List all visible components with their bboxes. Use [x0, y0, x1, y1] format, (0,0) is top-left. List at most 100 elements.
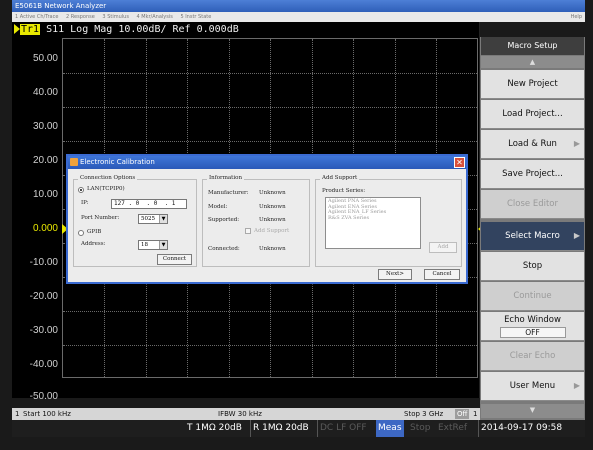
trace-header[interactable]: Tr1 S11 Log Mag 10.00dB/ Ref 0.000dB	[14, 23, 239, 37]
submenu-chevron-icon: ▶	[573, 231, 580, 240]
echo-window-key[interactable]: Echo Window OFF	[481, 312, 584, 341]
manufacturer-value: Unknown	[259, 190, 286, 196]
channel-number: 1	[15, 410, 20, 418]
continue-label: Continue	[513, 291, 552, 301]
y-axis-label: -10.00	[29, 257, 58, 268]
add-series-button[interactable]: Add	[429, 242, 457, 253]
date-time: 2014-09-17 09:58	[481, 423, 563, 433]
connection-options-title: Connection Options	[78, 175, 138, 181]
address-label: Address:	[81, 241, 106, 247]
product-series-item[interactable]: R&S ZVA Series	[328, 215, 418, 222]
load-project-label: Load Project...	[502, 109, 563, 119]
softkey-scroll-up-icon[interactable]: ▲	[481, 56, 584, 68]
gpib-address-value: 18	[141, 242, 148, 248]
add-support-group: Add Support Product Series: Agilent PNA …	[315, 175, 462, 267]
start-frequency[interactable]: Start 100 kHz	[23, 408, 71, 420]
product-series-list[interactable]: Agilent PNA Series Agilent ENA Series Ag…	[325, 197, 421, 249]
close-editor-label: Close Editor	[506, 199, 558, 209]
power-off-badge: Off	[455, 409, 470, 419]
softkey-menu-title: Macro Setup	[481, 37, 584, 55]
load-project-key[interactable]: Load Project...	[481, 100, 584, 129]
save-project-key[interactable]: Save Project...	[481, 160, 584, 189]
gpib-radio[interactable]	[78, 230, 84, 236]
window-title: E5061B Network Analyzer	[15, 2, 107, 10]
trace-name: Tr1	[20, 24, 41, 35]
submenu-chevron-icon: ▶	[573, 381, 580, 390]
close-editor-key[interactable]: Close Editor	[481, 190, 584, 219]
softkey-scroll-down-icon[interactable]: ▼	[481, 404, 584, 418]
ip-address-input[interactable]: 127 . 0 . 0 . 1	[111, 199, 187, 209]
menu-help[interactable]: Help	[571, 12, 582, 22]
supported-value: Unknown	[259, 217, 286, 223]
y-axis-label: 30.00	[32, 121, 58, 132]
load-run-key[interactable]: Load & Run ▶	[481, 130, 584, 159]
information-group: Information Manufacturer: Unknown Model:…	[202, 175, 310, 267]
t-input-status: T 1MΩ 20dB	[187, 423, 242, 433]
port-number-label: Port Number:	[81, 215, 120, 221]
y-axis-label: 40.00	[32, 87, 58, 98]
ecal-dialog: Electronic Calibration ✕ Connection Opti…	[66, 154, 468, 284]
connection-options-group: Connection Options LAN(TCPIP0) IP: 127 .…	[73, 175, 197, 267]
divider	[250, 420, 251, 437]
next-button[interactable]: Next>	[378, 269, 412, 280]
connect-button[interactable]: Connect	[157, 254, 192, 265]
lan-label: LAN(TCPIP0)	[87, 186, 125, 192]
menu-active-ch-trace[interactable]: 1 Active Ch/Trace	[15, 14, 58, 20]
dialog-title: Electronic Calibration	[80, 158, 155, 166]
model-label: Model:	[208, 204, 228, 210]
submenu-chevron-icon: ▶	[573, 139, 580, 148]
select-macro-key[interactable]: Select Macro ▶	[481, 222, 584, 251]
new-project-label: New Project	[507, 79, 558, 89]
y-axis-label: 10.00	[32, 189, 58, 200]
add-support-checkbox[interactable]	[245, 228, 251, 234]
sweep-stop-status: Stop	[410, 423, 431, 433]
menu-response[interactable]: 2 Response	[66, 14, 95, 20]
echo-window-label: Echo Window	[504, 315, 561, 325]
gpib-label: GPIB	[87, 229, 102, 235]
port-number-value: 5025	[141, 216, 155, 222]
trace-settings: S11 Log Mag 10.00dB/ Ref 0.000dB	[40, 24, 239, 35]
channel-status-bar: 1 Start 100 kHz IFBW 30 kHz Stop 3 GHz O…	[12, 408, 480, 420]
network-analyzer-app: E5061B Network Analyzer 1 Active Ch/Trac…	[0, 0, 593, 450]
y-axis-label: 20.00	[32, 155, 58, 166]
instrument-status-bar: T 1MΩ 20dB R 1MΩ 20dB DC LF OFF Meas Sto…	[12, 420, 585, 437]
clear-echo-key[interactable]: Clear Echo	[481, 342, 584, 371]
menu-mkr-analysis[interactable]: 4 Mkr/Analysis	[137, 14, 173, 20]
dc-lf-status: DC LF OFF	[320, 423, 367, 433]
manufacturer-label: Manufacturer:	[208, 190, 249, 196]
if-bandwidth[interactable]: IFBW 30 kHz	[218, 408, 262, 420]
gpib-address-select[interactable]: 18 ▼	[138, 240, 168, 250]
new-project-key[interactable]: New Project	[481, 70, 584, 99]
window-title-bar: E5061B Network Analyzer	[12, 0, 585, 12]
continue-key[interactable]: Continue	[481, 282, 584, 311]
lan-radio[interactable]	[78, 187, 84, 193]
model-value: Unknown	[259, 204, 286, 210]
y-axis-label: -50.00	[29, 391, 58, 402]
y-axis-label: 50.00	[32, 53, 58, 64]
meas-status: Meas	[376, 420, 404, 437]
y-axis-label: -30.00	[29, 325, 58, 336]
ext-ref-status: ExtRef	[438, 423, 468, 433]
y-axis-reference-label: 0.000	[32, 223, 58, 234]
add-support-title: Add Support	[320, 175, 360, 181]
divider	[478, 420, 479, 437]
ecal-app-icon	[70, 158, 78, 166]
user-menu-label: User Menu	[509, 381, 556, 391]
status-right-number: 1	[473, 410, 478, 418]
clear-echo-label: Clear Echo	[509, 351, 556, 361]
load-run-label: Load & Run	[508, 139, 557, 149]
stop-frequency[interactable]: Stop 3 GHz	[404, 408, 443, 420]
dropdown-arrow-icon: ▼	[159, 241, 167, 249]
user-menu-key[interactable]: User Menu ▶	[481, 372, 584, 401]
cancel-button[interactable]: Cancel	[424, 269, 460, 280]
dialog-close-button[interactable]: ✕	[454, 157, 465, 168]
add-support-checkbox-label: Add Support	[254, 228, 290, 234]
port-number-select[interactable]: 5025 ▼	[138, 214, 168, 224]
select-macro-label: Select Macro	[505, 231, 560, 241]
information-title: Information	[207, 175, 245, 181]
stop-key[interactable]: Stop	[481, 252, 584, 281]
stop-label: Stop	[522, 261, 543, 271]
connected-label: Connected:	[208, 246, 240, 252]
menu-instr-state[interactable]: 5 Instr State	[180, 14, 211, 20]
menu-stimulus[interactable]: 3 Stimulus	[102, 14, 129, 20]
